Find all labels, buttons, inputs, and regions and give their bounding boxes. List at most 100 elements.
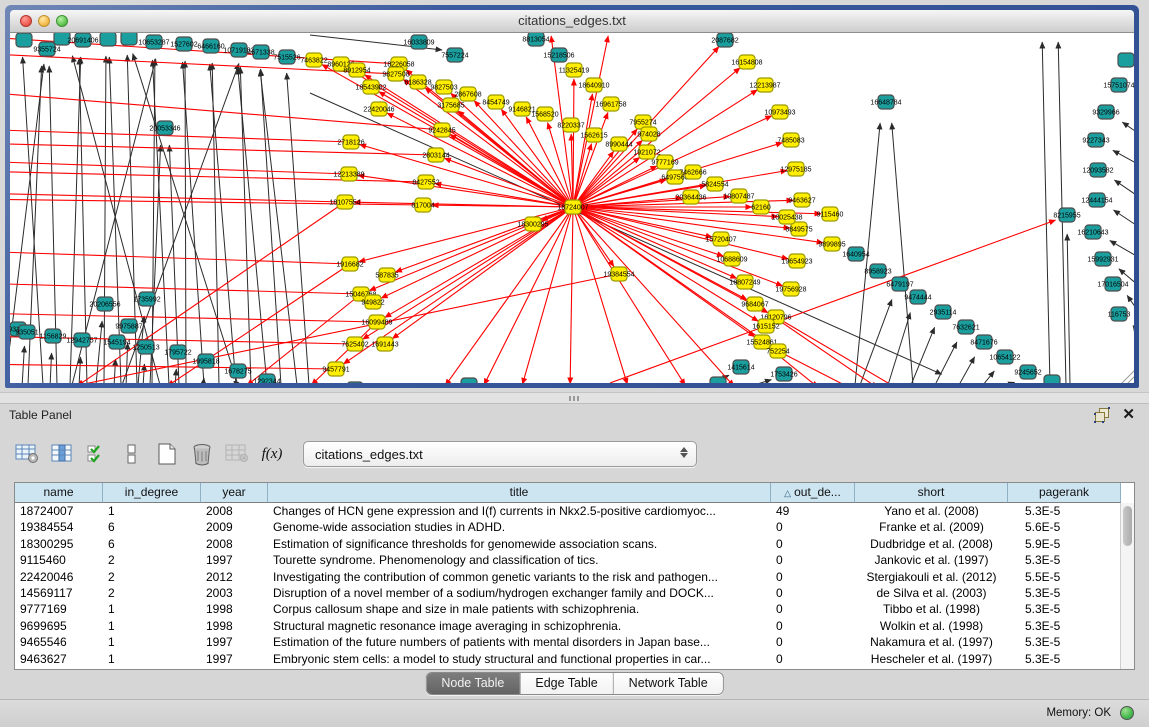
graph-node-2803144[interactable]: 2803144 [422, 148, 449, 162]
column-header-year[interactable]: year [201, 483, 268, 503]
graph-node-15992931[interactable]: 15992931 [1087, 252, 1118, 266]
table-row[interactable]: 1830029562008Estimation of significance … [15, 536, 1121, 552]
table-row[interactable]: 969969511998Structural magnetic resonanc… [15, 618, 1121, 634]
graph-node-1640954[interactable]: 1640954 [842, 247, 869, 261]
graph-node-1691443[interactable]: 1691443 [371, 337, 398, 351]
graph-node-9329966[interactable]: 9329966 [1092, 105, 1119, 119]
window-resize-grip[interactable] [1120, 370, 1134, 383]
graph-node-17016504[interactable]: 17016504 [1097, 277, 1128, 291]
tab-node-table[interactable]: Node Table [426, 673, 520, 694]
graph-node-19756928[interactable]: 19756928 [775, 282, 806, 296]
graph-node-18107554[interactable]: 18107554 [329, 195, 360, 209]
graph-node[interactable] [1118, 53, 1134, 67]
graph-node-16033809[interactable]: 16033809 [403, 35, 434, 49]
graph-node-817004[interactable]: 817004 [411, 198, 434, 212]
close-panel-icon[interactable]: ✕ [1122, 405, 1135, 423]
float-panel-icon[interactable] [1095, 408, 1109, 422]
graph-node[interactable] [100, 33, 116, 46]
import-table-button[interactable] [224, 441, 250, 467]
graph-node-974028[interactable]: 974028 [637, 127, 660, 141]
graph-node-8215955[interactable]: 8215955 [1053, 208, 1080, 222]
column-header-out_degree[interactable]: △out_de... [771, 483, 855, 503]
graph-node-10807487[interactable]: 10807487 [723, 189, 754, 203]
column-header-title[interactable]: title [268, 483, 771, 503]
graph-node[interactable] [347, 382, 363, 383]
graph-node-15720407[interactable]: 15720407 [705, 232, 736, 246]
table-row[interactable]: 1456911722003Disruption of a novel membe… [15, 585, 1121, 601]
table-row[interactable]: 946362711997Embryonic stem cells: a mode… [15, 651, 1121, 667]
graph-node[interactable] [121, 33, 137, 45]
graph-node-18543982[interactable]: 18543982 [355, 80, 386, 94]
graph-node-16099489[interactable]: 16099489 [361, 315, 392, 329]
graph-node-1995818[interactable]: 1995818 [192, 354, 219, 368]
graph-node-12093582[interactable]: 12093582 [1082, 163, 1113, 177]
graph-node-1415614[interactable]: 1415614 [727, 360, 754, 374]
select-rows-button[interactable] [84, 441, 110, 467]
function-builder-button[interactable]: f(x) [259, 441, 285, 467]
table-row[interactable]: 977716911998Corpus callosum shape and si… [15, 601, 1121, 617]
graph-node-16210643[interactable]: 16210643 [1077, 225, 1108, 239]
delete-table-button[interactable] [189, 441, 215, 467]
table-row[interactable]: 911546021997Tourette syndrome. Phenomeno… [15, 552, 1121, 568]
graph-node-16154808[interactable]: 16154808 [731, 55, 762, 69]
graph-node-19654923[interactable]: 19654923 [781, 254, 812, 268]
graph-node-15218506[interactable]: 15218506 [543, 48, 574, 62]
table-row[interactable]: 946554611997Estimation of the future num… [15, 634, 1121, 650]
graph-node-12444154[interactable]: 12444154 [1081, 193, 1112, 207]
scrollbar-thumb[interactable] [1123, 506, 1132, 546]
column-header-name[interactable]: name [15, 483, 103, 503]
new-table-button[interactable] [154, 441, 180, 467]
graph-node-7515526[interactable]: 7515526 [273, 50, 300, 64]
graph-node-7557224[interactable]: 7557224 [441, 48, 468, 62]
tab-edge-table[interactable]: Edge Table [520, 673, 613, 694]
graph-node-15751074[interactable]: 15751074 [1103, 78, 1134, 92]
graph-node-2935114[interactable]: 2935114 [930, 305, 957, 319]
graph-node-6479197[interactable]: 6479197 [886, 277, 913, 291]
graph-node-20364436[interactable]: 20364436 [675, 190, 706, 204]
graph-node-10688609[interactable]: 10688609 [716, 252, 747, 266]
graph-node-9474444[interactable]: 9474444 [904, 290, 931, 304]
graph-node-11325419[interactable]: 11325419 [559, 63, 590, 77]
table-row[interactable]: 1872400712008Changes of HCN gene express… [15, 503, 1121, 519]
graph-node-1292344[interactable]: 1292344 [253, 374, 280, 383]
graph-node-8813054[interactable]: 8813054 [522, 33, 549, 46]
graph-node-12213389[interactable]: 12213389 [333, 167, 364, 181]
vertical-scrollbar[interactable] [1120, 503, 1134, 669]
graph-node-1156829[interactable]: 1156829 [40, 329, 67, 343]
graph-node-7632621[interactable]: 7632621 [952, 320, 979, 334]
graph-node-949822[interactable]: 949822 [361, 295, 384, 309]
graph-node-9115460[interactable]: 9115460 [817, 207, 844, 221]
table-settings-button[interactable] [14, 441, 40, 467]
graph-node-7485083[interactable]: 7485083 [777, 133, 804, 147]
graph-node-19384554[interactable]: 19384554 [603, 267, 634, 281]
graph-node[interactable] [710, 377, 726, 383]
graph-node-9899895[interactable]: 9899895 [818, 237, 845, 251]
graph-node-22420046[interactable]: 22420046 [363, 102, 394, 116]
graph-node[interactable] [16, 33, 32, 47]
table-row[interactable]: 2242004622012Investigating the contribut… [15, 569, 1121, 585]
graph-node-18640910[interactable]: 18640910 [578, 78, 609, 92]
splitter-grip-icon[interactable] [569, 396, 579, 401]
graph-node-8471676[interactable]: 8471676 [970, 335, 997, 349]
graph-node-20691406[interactable]: 20691406 [67, 33, 98, 47]
graph-node-2087682[interactable]: 2087682 [711, 33, 738, 47]
graph-node-935051[interactable]: 935051 [15, 325, 38, 339]
graph-node-752254[interactable]: 752254 [766, 344, 789, 358]
panel-splitter[interactable] [0, 392, 1149, 404]
graph-node-1678275[interactable]: 1678275 [224, 364, 251, 378]
network-graph-canvas[interactable]: 1872400774638228960123891295418543982224… [10, 33, 1134, 383]
graph-node-9245652[interactable]: 9245652 [1014, 365, 1041, 379]
column-header-pagerank[interactable]: pagerank [1008, 483, 1121, 503]
graph-node-5824554[interactable]: 5824554 [701, 177, 728, 191]
graph-node-9463627[interactable]: 9463627 [788, 193, 815, 207]
graph-node-10654122[interactable]: 10654122 [989, 350, 1020, 364]
graph-node-2718126[interactable]: 2718126 [337, 135, 364, 149]
graph-node-9227343[interactable]: 9227343 [1082, 133, 1109, 147]
window-titlebar[interactable]: citations_edges.txt [10, 10, 1134, 33]
graph-node-8958923[interactable]: 8958923 [864, 264, 891, 278]
graph-node-62160[interactable]: 62160 [751, 200, 771, 214]
graph-node-8454749[interactable]: 8454749 [482, 95, 509, 109]
graph-node-587835[interactable]: 587835 [375, 268, 398, 282]
graph-node-16961758[interactable]: 16961758 [595, 97, 626, 111]
graph-node-1916682[interactable]: 1916682 [336, 257, 363, 271]
